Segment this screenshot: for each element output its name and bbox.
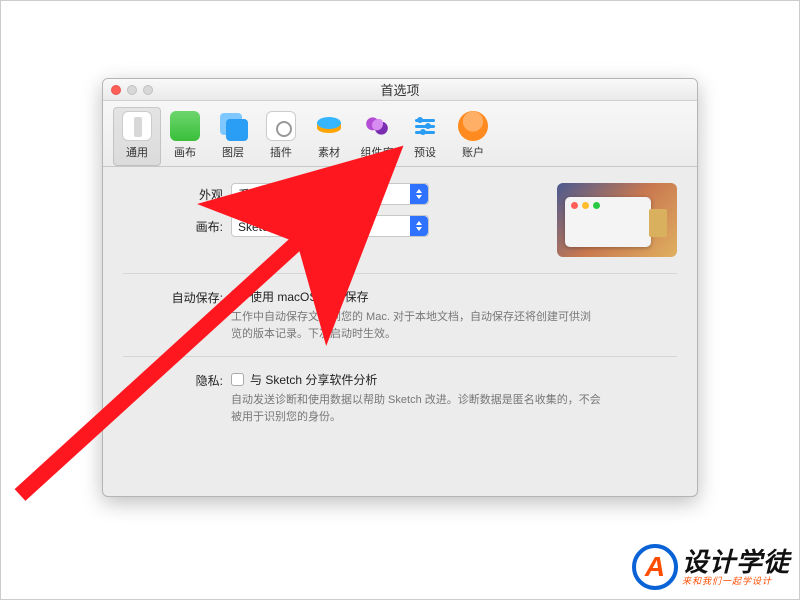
appearance-preview [557, 183, 677, 257]
autosave-description: 工作中自动保存文档到您的 Mac. 对于本地文档，自动保存还将创建可供浏览的版本… [231, 309, 601, 342]
checkbox-label: 使用 macOS 自动保存 [250, 288, 369, 305]
tab-label: 预设 [414, 144, 436, 160]
tab-label: 通用 [126, 144, 148, 160]
chevron-updown-icon [410, 216, 428, 236]
canvas-select[interactable]: Sketch 默认 [231, 215, 429, 237]
privacy-description: 自动发送诊断和使用数据以帮助 Sketch 改进。诊断数据是匿名收集的，不会被用… [231, 392, 601, 425]
preferences-toolbar: 通用 画布 图层 插件 素材 组件库 预设 账 [103, 101, 697, 167]
tab-label: 素材 [318, 144, 340, 160]
plugins-icon [266, 111, 296, 141]
tab-plugins[interactable]: 插件 [257, 107, 305, 166]
chevron-updown-icon [410, 184, 428, 204]
watermark-subtitle: 来和我们一起学设计 [682, 577, 790, 586]
layers-icon [218, 111, 248, 141]
tab-label: 图层 [222, 144, 244, 160]
autosave-checkbox[interactable]: 使用 macOS 自动保存 [231, 288, 677, 305]
appearance-select[interactable]: 系统默认 [231, 183, 429, 205]
preferences-content: 外观 系统默认 画布: Sketch 默认 [103, 167, 697, 449]
watermark: A 设计学徒 来和我们一起学设计 [632, 544, 790, 590]
watermark-badge: A [632, 544, 678, 590]
tab-general[interactable]: 通用 [113, 107, 161, 166]
canvas-icon [170, 111, 200, 141]
tab-account[interactable]: 账户 [449, 107, 497, 166]
data-icon [314, 111, 344, 141]
preferences-window: 首选项 通用 画布 图层 插件 素材 组件库 [102, 78, 698, 497]
general-icon [122, 111, 152, 141]
watermark-title: 设计学徒 [682, 549, 790, 575]
checkbox-label: 与 Sketch 分享软件分析 [250, 371, 377, 388]
tab-libraries[interactable]: 组件库 [353, 107, 401, 166]
appearance-section: 外观 系统默认 画布: Sketch 默认 [123, 183, 677, 274]
autosave-section: 自动保存: 使用 macOS 自动保存 工作中自动保存文档到您的 Mac. 对于… [123, 274, 677, 357]
appearance-label: 外观 [123, 186, 231, 203]
window-titlebar: 首选项 [103, 79, 697, 101]
checkbox-unchecked-icon [231, 373, 244, 386]
select-value: 系统默认 [238, 186, 286, 203]
privacy-checkbox[interactable]: 与 Sketch 分享软件分析 [231, 371, 677, 388]
autosave-label: 自动保存: [123, 288, 231, 342]
preview-window-icon [565, 197, 651, 247]
privacy-label: 隐私: [123, 371, 231, 425]
tab-label: 插件 [270, 144, 292, 160]
appearance-row: 外观 系统默认 [123, 183, 537, 205]
tab-data[interactable]: 素材 [305, 107, 353, 166]
window-title: 首选项 [103, 80, 697, 99]
tab-layers[interactable]: 图层 [209, 107, 257, 166]
libraries-icon [362, 111, 392, 141]
checkbox-checked-icon [231, 290, 244, 303]
tab-label: 组件库 [361, 144, 394, 160]
canvas-row: 画布: Sketch 默认 [123, 215, 537, 237]
select-value: Sketch 默认 [238, 218, 302, 235]
account-icon [458, 111, 488, 141]
tab-presets[interactable]: 预设 [401, 107, 449, 166]
tab-label: 画布 [174, 144, 196, 160]
canvas-label: 画布: [123, 218, 231, 235]
privacy-section: 隐私: 与 Sketch 分享软件分析 自动发送诊断和使用数据以帮助 Sketc… [123, 357, 677, 439]
tab-canvas[interactable]: 画布 [161, 107, 209, 166]
tab-label: 账户 [462, 144, 484, 160]
presets-icon [410, 111, 440, 141]
